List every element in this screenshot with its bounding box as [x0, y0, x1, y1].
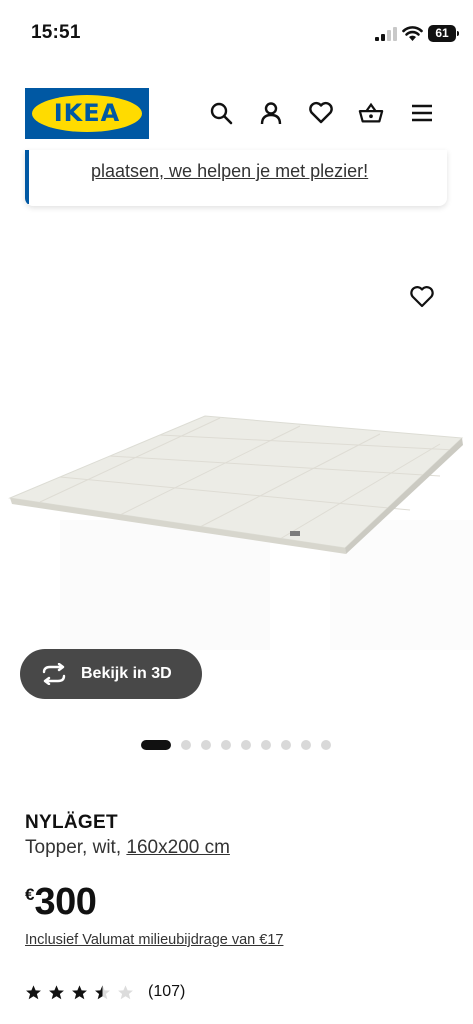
- banner-accent: [25, 150, 29, 204]
- price: € 300: [25, 880, 97, 924]
- menu-icon[interactable]: [409, 100, 435, 126]
- size-link[interactable]: 160x200 cm: [126, 837, 230, 858]
- price-amount: 300: [34, 881, 97, 923]
- site-header: IKEA: [0, 64, 473, 164]
- heart-icon[interactable]: [308, 100, 334, 126]
- view-3d-button[interactable]: Bekijk in 3D: [20, 649, 202, 699]
- carousel-dot[interactable]: [241, 740, 251, 750]
- product-image[interactable]: [0, 240, 473, 660]
- carousel-dot[interactable]: [181, 740, 191, 750]
- search-icon[interactable]: [208, 100, 234, 126]
- info-banner: plaatsen, we helpen je met plezier!: [25, 150, 447, 206]
- carousel-dot[interactable]: [221, 740, 231, 750]
- star-full-icon: [26, 984, 41, 999]
- review-count: (107): [148, 983, 186, 1000]
- wifi-icon: [402, 25, 423, 47]
- product-description: Topper, wit, 160x200 cm: [25, 837, 230, 859]
- carousel-dots[interactable]: [141, 740, 341, 750]
- ikea-logo[interactable]: IKEA: [25, 88, 149, 139]
- ikea-logo-text: IKEA: [53, 99, 121, 127]
- rating[interactable]: (107): [25, 983, 185, 1001]
- product-name: NYLÄGET: [25, 812, 118, 833]
- view-3d-label: Bekijk in 3D: [81, 665, 172, 682]
- carousel-dot[interactable]: [201, 740, 211, 750]
- basket-icon[interactable]: [358, 100, 384, 126]
- profile-icon[interactable]: [258, 100, 284, 126]
- product-description-text: Topper, wit,: [25, 837, 122, 858]
- carousel-dot[interactable]: [321, 740, 331, 750]
- carousel-dot-active[interactable]: [141, 740, 171, 750]
- favorite-icon[interactable]: [408, 283, 436, 311]
- banner-link[interactable]: plaatsen, we helpen je met plezier!: [91, 161, 368, 182]
- star-full-icon: [49, 984, 64, 999]
- signal-icon: [375, 27, 397, 46]
- rotate-3d-icon: [40, 660, 68, 688]
- battery-icon: 61: [428, 25, 459, 42]
- price-currency: €: [25, 885, 35, 904]
- status-bar: 15:51 61: [0, 0, 473, 64]
- star-empty-icon: [118, 984, 133, 999]
- carousel-dot[interactable]: [261, 740, 271, 750]
- carousel-dot[interactable]: [301, 740, 311, 750]
- status-time: 15:51: [31, 22, 81, 43]
- star-half-icon: [95, 984, 110, 999]
- eco-fee-link[interactable]: Inclusief Valumat milieubijdrage van €17: [25, 932, 283, 948]
- carousel-dot[interactable]: [281, 740, 291, 750]
- star-full-icon: [72, 984, 87, 999]
